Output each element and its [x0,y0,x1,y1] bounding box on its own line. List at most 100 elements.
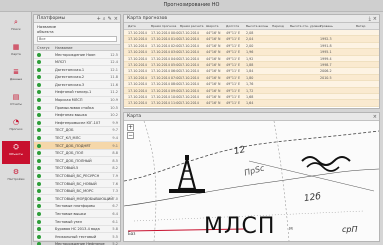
status-dot-icon [37,166,41,171]
platform-list-item[interactable]: ТЕСТОВЫЙ_МОРДОБЫВАЮЩИЙ 7.0 [34,195,120,203]
table-cell: 17.10.2014 [180,82,199,87]
name-column-header[interactable]: Название [55,46,73,50]
platform-list-item[interactable]: Нефтепромысел ЮГ-107 9.9 [34,119,120,127]
close-icon[interactable]: × [114,16,118,22]
zoom-out-button[interactable]: − [127,132,134,139]
table-cell: 2,00 [246,43,254,48]
table-cell: 49°11' E [226,50,241,55]
platform-list-item[interactable]: ТЕСТ_ДОБ 9.7 [34,127,120,135]
table-cell: 17.10.2014 [128,56,147,61]
map-canvas[interactable]: 12 12б ПрSc МЛСП срП м Баз + − [124,121,379,241]
map-panel: Карта × 12 12б ПрSc МЛСП срП м Баз + − [123,112,380,242]
table-cell: 44°16' N [206,101,221,106]
platform-name: ТЕСТ_ДОБ_ПОДНЯТ [55,143,91,148]
platform-value: 11.2 [110,90,118,95]
platform-list-item[interactable]: Тестовые вышки 6.4 [34,210,120,219]
table-cell: 17.10.2014 [128,50,147,55]
nav-item-report[interactable]: ▤ Отчеты [2,91,30,114]
platform-list-item[interactable]: Промысловая стойка 10.5 [34,104,120,112]
table-column-header[interactable]: Долгота [226,24,239,28]
platform-list-item[interactable]: ТЕСТОВЫЙ_ВС_НОВЫЙ 7.6 [34,180,120,188]
table-cell: 44°16' N [206,37,221,42]
table-cell: 17.10.2014 [180,75,199,80]
platform-list-item[interactable]: ТЕСТ_КЛ_МЛС 9.4 [34,135,120,143]
platform-list-item[interactable]: ТЕСТОВЫЙ_ВС_МОРС 7.3 [34,188,120,196]
platform-list-item[interactable]: Дагестанская-3 11.6 [34,81,120,89]
map-panel-title: Карта [127,114,142,119]
filter-input[interactable]: Все [37,36,117,42]
table-column-header[interactable]: Дата [128,24,136,28]
platform-value: 9.9 [112,120,118,125]
table-cell: 17.10.2014 02:00 [151,43,181,48]
status-dot-icon [37,234,41,239]
table-cell: 2006.2 [320,69,332,74]
table-cell: 17.10.2014 10:00 [151,94,181,99]
platform-list-item[interactable]: Тестовый узел 6.1 [34,218,120,226]
nav-item-label: Данные [9,77,23,81]
zoom-in-button[interactable]: + [127,124,134,131]
forecast-table-title: Карта прогнозов [127,16,168,21]
nav-item-search[interactable]: ⌕ Поиск [2,16,30,39]
add-icon[interactable]: + [97,16,101,22]
platforms-list: Месторождение Ноян 12.5 МЛСП 12.4 Дагестанск… [34,51,120,245]
platform-list-item[interactable]: ТЕСТ_ДОБ_ПОДНЯТ 9.1 [34,142,120,150]
table-cell: 17.10.2014 04:00 [151,56,181,61]
status-column-header[interactable]: Статус [37,46,50,50]
platform-list-item[interactable]: Месторождение Нефтяное 5.2 [34,241,120,245]
edit-icon[interactable]: ✎ [108,16,112,22]
table-column-header[interactable]: Время прогноза [151,24,176,28]
table-column-header[interactable]: Высота волны [246,24,268,28]
platform-value: 9.1 [112,143,118,148]
table-cell: 44°16' N [206,62,221,67]
platform-value: 11.6 [110,82,118,87]
table-cell: 1,88 [246,62,254,67]
platform-list-item[interactable]: ТЕСТ_ДОБ_ПОЛ 8.8 [34,150,120,158]
table-column-header[interactable]: Время расчета [180,24,203,28]
table-cell: 1,80 [246,75,254,80]
status-dot-icon [37,151,41,156]
table-column-header[interactable]: Ветер [356,24,365,28]
table-column-header[interactable]: Высота отн. уровня [290,24,321,28]
platform-list-item[interactable]: ТЕСТОВЫЙ_ВС_РЕСУРСН 7.9 [34,173,120,181]
table-cell: 17.10.2014 [180,56,199,61]
table-row[interactable]: 17.10.2014 17.10.2014 11:00 17.10.2014 44°1… [124,100,379,107]
nav-item-chart[interactable]: ◔ Прогноз [2,116,30,139]
nav-item-data[interactable]: ≣ Данные [2,66,30,89]
platform-value: 9.7 [112,128,118,133]
export-icon[interactable]: ⤓ [369,16,371,22]
platform-name: Нефтяной танкер-1 [55,90,92,95]
table-cell: 1998.7 [320,62,332,67]
table-cell: 17.10.2014 [128,62,147,67]
platform-list-item[interactable]: Уникальный тестовый 5.5 [34,233,120,241]
platform-name: ТЕСТОВЫЙ_ВС_НОВЫЙ [55,181,97,186]
table-column-header[interactable]: Период [272,24,284,28]
nav-item-map[interactable]: ▦ Карта [2,41,30,64]
platform-list-item[interactable]: ТЕСТ_ДОБ_ПОЛНЫЙ 8.5 [34,157,120,165]
table-cell: 2,08 [246,31,254,35]
platform-list-item[interactable]: Нефтяной танкер-1 11.2 [34,89,120,97]
table-cell: 49°11' E [226,69,241,74]
nav-item-object[interactable]: ⛭ Объекты [2,141,30,164]
platform-list-item[interactable]: Дагестанская-2 11.8 [34,74,120,82]
platform-list-item[interactable]: ТЕСТОВЫЙ-5 8.2 [34,165,120,173]
table-cell: 17.10.2014 [180,37,199,42]
nav-item-gear[interactable]: ⚙ Настройки [2,166,30,189]
table-cell: 49°11' E [226,31,241,35]
table-cell: 44°16' N [206,94,221,99]
platform-list-item[interactable]: Морская МЛСП 10.9 [34,97,120,105]
table-cell: 49°11' E [226,88,241,93]
search-icon[interactable]: ⌕ [103,16,106,22]
platform-list-item[interactable]: Дагестанская-1 12.1 [34,66,120,74]
platform-list-item[interactable]: Нефтяная вышка 10.2 [34,112,120,120]
status-dot-icon [37,82,41,87]
platform-list-item[interactable]: МЛСП 12.4 [34,59,120,67]
table-column-header[interactable]: Широта [206,24,218,28]
table-column-header[interactable]: Уровень [320,24,333,28]
platform-list-item[interactable]: Тестовые платформы 6.7 [34,203,120,211]
table-cell: 17.10.2014 [180,101,199,106]
platform-list-item[interactable]: Месторождение Ноян 12.5 [34,51,120,59]
close-icon[interactable]: × [373,114,377,120]
table-cell: 17.10.2014 [128,69,147,74]
close-icon[interactable]: × [373,16,377,22]
platform-list-item[interactable]: Буровая НС 2013-4 вода 5.8 [34,226,120,234]
